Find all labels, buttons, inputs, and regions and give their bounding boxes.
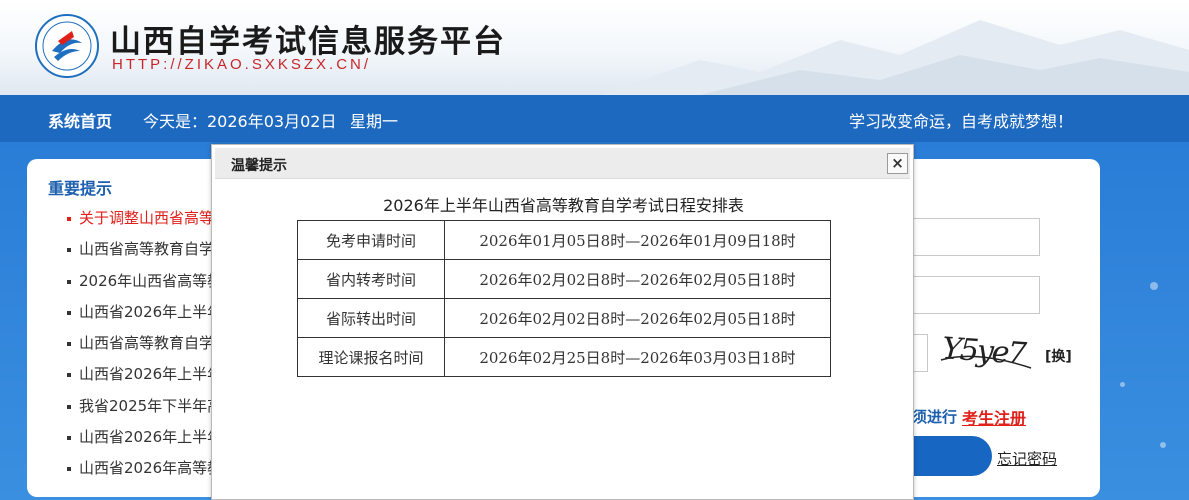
notice-item[interactable]: 我省2025年下半年高 [67,395,222,426]
site-logo [35,14,99,78]
notice-item[interactable]: 山西省高等教育自学 [67,332,222,363]
notice-item[interactable]: 山西省2026年高等教 [67,457,222,488]
username-field[interactable] [910,218,1040,256]
notice-item[interactable]: 山西省高等教育自学 [67,238,222,269]
site-header: 山西自学考试信息服务平台 HTTP://ZIKAO.SXKSZX.CN/ [0,0,1189,95]
decor-dot [1160,442,1166,448]
schedule-time: 2026年02月02日8时—2026年02月05日18时 [444,259,831,299]
decor-dot [1120,382,1125,387]
schedule-label: 免考申请时间 [297,220,445,260]
notice-item[interactable]: 2026年山西省高等教 [67,270,222,301]
schedule-time: 2026年01月05日8时—2026年01月09日18时 [444,220,831,260]
notice-item[interactable]: 山西省2026年上半年 [67,301,222,332]
today-weekday: 星期一 [350,112,399,131]
site-title: 山西自学考试信息服务平台 [110,24,506,60]
schedule-label: 省际转出时间 [297,298,445,338]
notice-list: 关于调整山西省高等 山西省高等教育自学 2026年山西省高等教 山西省2026年… [67,207,222,489]
password-field[interactable] [910,276,1040,314]
notice-dialog: 温馨提示 × 2026年上半年山西省高等教育自学考试日程安排表 免考申请时间 2… [211,144,914,500]
decor-dot [1150,282,1158,290]
dialog-header: 温馨提示 × [215,148,910,179]
close-icon[interactable]: × [887,153,908,174]
forgot-password-link[interactable]: 忘记密码 [997,448,1057,469]
schedule-time: 2026年02月02日8时—2026年02月05日18时 [444,298,831,338]
schedule-title: 2026年上半年山西省高等教育自学考试日程安排表 [383,196,744,215]
table-row: 免考申请时间 2026年01月05日8时—2026年01月09日18时 [297,220,831,260]
notice-title: 重要提示 [48,179,113,198]
captcha-refresh-link[interactable]: [换] [1045,346,1072,366]
register-link[interactable]: 考生注册 [962,405,1026,429]
notice-item[interactable]: 山西省2026年上半年 [67,426,222,457]
captcha-text: Y5ye7 [940,331,1026,372]
today-date: 今天是：2026年03月02日 [143,112,337,131]
slogan: 学习改变命运，自考成就梦想！ [848,112,1073,131]
table-row: 省际转出时间 2026年02月02日8时—2026年02月05日18时 [297,298,831,338]
nav-home-link[interactable]: 系统首页 [48,108,112,132]
register-prefix: 须进行 [912,408,958,426]
schedule-label: 理论课报名时间 [297,337,445,377]
nav-bar: 系统首页 今天是：2026年03月02日 星期一 学习改变命运，自考成就梦想！ [0,95,1189,142]
schedule-label: 省内转考时间 [297,259,445,299]
schedule-time: 2026年02月25日8时—2026年03月03日18时 [444,337,831,377]
dialog-title: 温馨提示 [231,158,287,174]
table-row: 省内转考时间 2026年02月02日8时—2026年02月05日18时 [297,259,831,299]
schedule-table: 免考申请时间 2026年01月05日8时—2026年01月09日18时 省内转考… [297,220,831,377]
notice-item[interactable]: 山西省2026年上半年 [67,363,222,394]
site-url: HTTP://ZIKAO.SXKSZX.CN/ [112,56,372,73]
table-row: 理论课报名时间 2026年02月25日8时—2026年03月03日18时 [297,337,831,377]
notice-item[interactable]: 关于调整山西省高等 [67,207,222,238]
